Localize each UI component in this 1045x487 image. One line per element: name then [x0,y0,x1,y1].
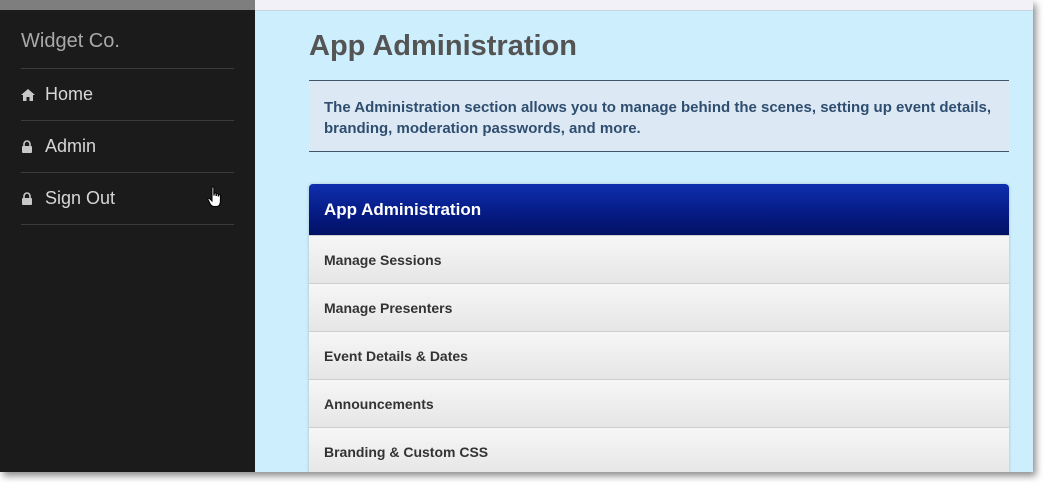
page-title: App Administration [309,30,577,62]
menu-item-announcements[interactable]: Announcements [309,379,1009,427]
sidebar: Widget Co. Home Admin Sign Out [0,10,255,472]
main-top-bar [255,0,1033,11]
hand-cursor-icon [207,186,223,213]
main-content: App Administration The Administration se… [255,0,1033,472]
sidebar-item-home[interactable]: Home [21,69,234,121]
sidebar-nav: Home Admin Sign Out [21,68,234,225]
intro-text: The Administration section allows you to… [309,80,1009,152]
admin-panel: App Administration Manage Sessions Manag… [309,184,1009,472]
menu-item-manage-sessions[interactable]: Manage Sessions [309,235,1009,283]
app-window: Widget Co. Home Admin Sign Out App Admin… [0,0,1033,472]
lock-icon [21,140,45,153]
menu-item-manage-presenters[interactable]: Manage Presenters [309,283,1009,331]
brand-name[interactable]: Widget Co. [21,30,120,53]
home-icon [21,88,45,101]
sidebar-top-strip [0,0,255,10]
menu-item-branding[interactable]: Branding & Custom CSS [309,427,1009,472]
sidebar-item-label: Sign Out [45,188,116,208]
sidebar-item-admin[interactable]: Admin [21,121,234,173]
sidebar-item-label: Admin [45,136,97,156]
menu-item-event-details[interactable]: Event Details & Dates [309,331,1009,379]
sidebar-item-label: Home [45,84,94,104]
panel-header: App Administration [309,184,1009,235]
lock-icon [21,192,45,205]
sidebar-item-sign-out[interactable]: Sign Out [21,173,234,225]
